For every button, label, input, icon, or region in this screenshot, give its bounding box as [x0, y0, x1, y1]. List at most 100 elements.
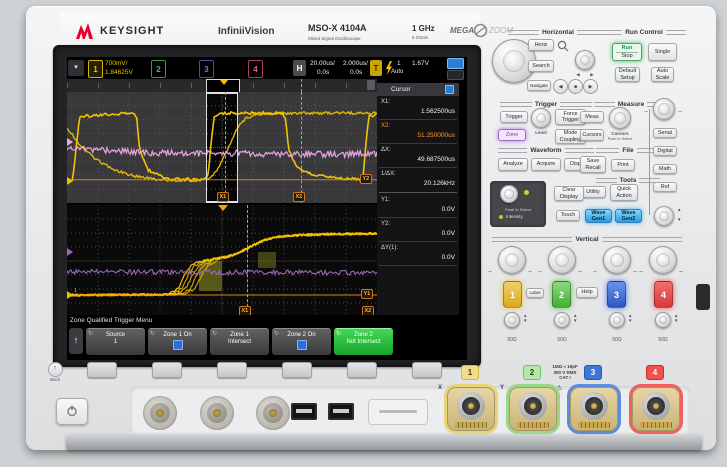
trigger-status-key[interactable]: T: [370, 60, 382, 76]
label-button[interactable]: Label: [526, 288, 544, 298]
horizontal-status-key[interactable]: H: [293, 60, 306, 76]
sine-icon: ~: [679, 269, 684, 276]
trigger-mode: Auto: [391, 69, 404, 75]
channel3-button[interactable]: 3: [607, 281, 626, 308]
menu-item-source[interactable]: ↻ Source 1: [86, 328, 145, 355]
channel4-position-knob[interactable]: [655, 312, 671, 328]
power-button[interactable]: [56, 398, 88, 425]
search-button[interactable]: Search: [528, 60, 554, 72]
usb-port-2[interactable]: [328, 403, 354, 420]
menu-item-zone2-mode[interactable]: ↻ Zone 2 Not Intersect: [334, 328, 393, 355]
usb-port-1[interactable]: [291, 403, 317, 420]
x1-cursor-line-zoom[interactable]: [247, 205, 248, 317]
save-recall-button[interactable]: Save Recall: [580, 156, 606, 173]
channel2-scale-knob[interactable]: [548, 246, 576, 274]
nav-play-button[interactable]: ▶: [583, 79, 598, 94]
x1-cursor-line[interactable]: [225, 92, 226, 203]
x2-cursor-line[interactable]: [301, 92, 302, 203]
meas-button[interactable]: Meas: [580, 111, 604, 123]
channel2-bnc-input: [509, 387, 557, 431]
navigate-button[interactable]: Navigate: [527, 80, 551, 91]
softkey-5[interactable]: [347, 362, 377, 378]
channel2-status-key[interactable]: 2: [151, 60, 166, 78]
horizontal-delay-knob[interactable]: [575, 50, 595, 70]
channel3-position-knob[interactable]: [609, 312, 625, 328]
sidebar-toggle-icon[interactable]: [447, 70, 464, 80]
menu-item-zone1-mode[interactable]: ↻ Zone 1 Intersect: [210, 328, 269, 355]
channel3-status-key[interactable]: 3: [199, 60, 214, 78]
cursor-panel-header[interactable]: Cursor: [377, 83, 459, 96]
menu-back-arrow[interactable]: ↑: [69, 328, 83, 354]
trigger-level-knob[interactable]: [531, 108, 551, 128]
acquire-button[interactable]: Acquire: [531, 158, 561, 171]
y2-cursor-flag[interactable]: Y2: [360, 174, 372, 184]
channel3-scale-knob[interactable]: [603, 246, 631, 274]
ref-button[interactable]: Ref: [653, 182, 677, 192]
up-down-icon: ▲ ▼: [628, 313, 633, 323]
touch-screen-icon[interactable]: [447, 58, 464, 69]
channel1-scale-knob[interactable]: [498, 246, 526, 274]
back-button[interactable]: ↑ Back: [42, 362, 68, 382]
channel4-status-key[interactable]: 4: [248, 60, 263, 78]
product-line: InfiniiVision: [218, 26, 275, 37]
digital-button[interactable]: Digital: [653, 146, 677, 156]
cursor-panel-icon[interactable]: [445, 85, 454, 94]
channel4-button[interactable]: 4: [654, 281, 673, 308]
channel1-ground-marker-icon: [67, 291, 73, 299]
main-waveform-window: X1 X2 Y2: [67, 92, 377, 203]
clear-display-button[interactable]: Clear Display: [554, 186, 584, 201]
wave-gen1-button[interactable]: Wave Gen1: [585, 209, 612, 223]
math-offset-knob[interactable]: [654, 206, 674, 226]
math-scale-knob[interactable]: [653, 98, 675, 120]
channel3-input-tag: 3: [585, 366, 601, 379]
channel2-button[interactable]: 2: [552, 281, 571, 308]
channel1-button[interactable]: 1: [503, 281, 522, 308]
softkey-6[interactable]: [412, 362, 442, 378]
nav-stop-button[interactable]: ■: [568, 79, 583, 94]
cursor-row-value: 51.250000us: [417, 132, 455, 139]
menu-dropdown-icon[interactable]: ▾: [68, 60, 84, 76]
analyze-button[interactable]: Analyze: [498, 158, 528, 171]
menu-item-zone2-on[interactable]: ↻ Zone 2 On: [272, 328, 331, 355]
run-stop-button[interactable]: Run Stop: [612, 43, 642, 61]
zone-button[interactable]: Zone: [498, 129, 526, 141]
x1-cursor-flag[interactable]: X1: [217, 192, 229, 202]
zoom-window-left-handle[interactable]: [206, 92, 207, 203]
serial-button[interactable]: Serial: [653, 128, 677, 138]
nav-back-button[interactable]: ◀: [553, 79, 568, 94]
wave-gen2-button[interactable]: Wave Gen2: [615, 209, 642, 223]
horiz-button[interactable]: Horiz: [528, 39, 554, 51]
print-button[interactable]: Print: [611, 159, 635, 171]
cursors-button[interactable]: Cursors: [580, 129, 604, 141]
softkey-3[interactable]: [217, 362, 247, 378]
channel1-scale: 700mV/: [105, 60, 128, 67]
default-setup-button[interactable]: Default Setup: [615, 67, 640, 82]
softkey-cycle-icon: ↻: [150, 331, 156, 337]
quick-action-button[interactable]: Quick Action: [610, 184, 638, 201]
intensity-knob[interactable]: [500, 185, 518, 203]
channel2-position-knob[interactable]: [554, 312, 570, 328]
model-number: MSO-X 4104A: [308, 23, 367, 33]
trigger-button[interactable]: Trigger: [500, 111, 528, 123]
probe-hook: [696, 284, 710, 310]
touch-button[interactable]: Touch: [556, 210, 580, 221]
channel1-input-tag: 1: [462, 366, 478, 379]
cursors-knob[interactable]: [609, 107, 631, 129]
auto-scale-button[interactable]: Auto Scale: [651, 67, 674, 82]
softkey-4[interactable]: [282, 362, 312, 378]
menu-item-zone1-on[interactable]: ↻ Zone 1 On: [148, 328, 207, 355]
help-button[interactable]: Help: [576, 287, 598, 298]
softkey-2[interactable]: [152, 362, 182, 378]
softkey-1[interactable]: [87, 362, 117, 378]
math-button[interactable]: Math: [653, 164, 677, 174]
single-button[interactable]: Single: [648, 43, 677, 61]
y1-cursor-flag[interactable]: Y1: [361, 289, 373, 299]
slot-opening: [379, 410, 417, 413]
x2-cursor-flag[interactable]: X2: [293, 192, 305, 202]
channel4-scale-knob[interactable]: [649, 246, 677, 274]
zoom-search-icon[interactable]: [557, 40, 569, 52]
channel1-position-knob[interactable]: [504, 312, 520, 328]
channel1-status-key[interactable]: 1: [88, 60, 103, 78]
x-axis-label: X: [438, 385, 443, 391]
zoom-window-right-handle[interactable]: [237, 92, 238, 203]
